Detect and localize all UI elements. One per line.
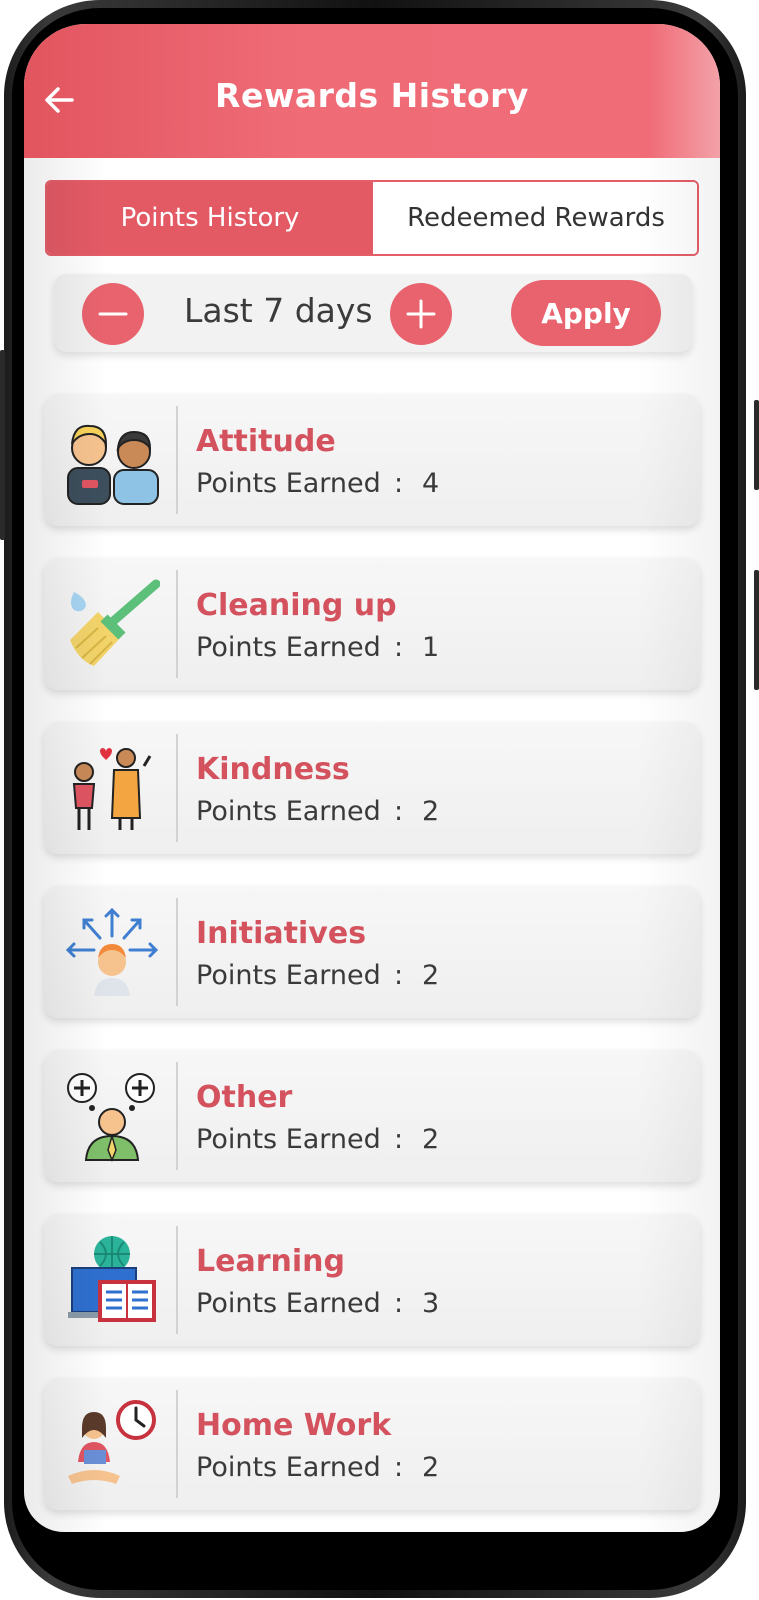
card-divider bbox=[176, 1390, 178, 1498]
separator: : bbox=[394, 1452, 404, 1483]
separator: : bbox=[394, 1124, 404, 1155]
category-name: Other bbox=[196, 1080, 293, 1115]
category-name: Learning bbox=[196, 1244, 345, 1279]
friends-icon bbox=[67, 424, 159, 505]
study-clock-icon bbox=[68, 1400, 156, 1484]
online-learning-icon bbox=[68, 1236, 156, 1322]
tab-redeemed-rewards[interactable]: Redeemed Rewards bbox=[373, 182, 697, 254]
date-range-filter: Last 7 days Apply bbox=[54, 274, 692, 352]
separator: : bbox=[394, 632, 404, 663]
phone-side-button bbox=[0, 350, 5, 540]
reward-card[interactable]: Initiatives Points Earned : 2 bbox=[44, 886, 700, 1018]
category-name: Cleaning up bbox=[196, 588, 397, 623]
points-value: 2 bbox=[422, 1124, 440, 1155]
category-name: Home Work bbox=[196, 1408, 392, 1443]
separator: : bbox=[394, 468, 404, 499]
points-value: 3 bbox=[422, 1288, 440, 1319]
minus-icon bbox=[98, 312, 128, 316]
decrease-range-button[interactable] bbox=[82, 283, 144, 345]
card-divider bbox=[176, 1062, 178, 1170]
separator: : bbox=[394, 960, 404, 991]
card-divider bbox=[176, 1226, 178, 1334]
points-value: 2 bbox=[422, 1452, 440, 1483]
category-name: Attitude bbox=[196, 424, 336, 459]
tab-bar: Points History Redeemed Rewards bbox=[45, 180, 699, 256]
thinking-person-icon bbox=[67, 1073, 155, 1162]
helping-elder-icon bbox=[72, 748, 152, 830]
reward-card[interactable]: Learning Points Earned : 3 bbox=[44, 1214, 700, 1346]
phone-side-button bbox=[754, 400, 759, 490]
app-screen: Rewards History Points History Redeemed … bbox=[24, 24, 720, 1532]
broom-icon bbox=[70, 579, 160, 666]
separator: : bbox=[394, 1288, 404, 1319]
page-title: Rewards History bbox=[215, 76, 529, 115]
reward-card[interactable]: Other Points Earned : 2 bbox=[44, 1050, 700, 1182]
points-label: Points Earned bbox=[196, 796, 381, 827]
reward-card[interactable]: Cleaning up Points Earned : 1 bbox=[44, 558, 700, 690]
points-value: 1 bbox=[422, 632, 440, 663]
category-name: Kindness bbox=[196, 752, 350, 787]
points-label: Points Earned bbox=[196, 468, 381, 499]
points-value: 4 bbox=[422, 468, 440, 499]
app-header: Rewards History bbox=[24, 24, 720, 158]
points-label: Points Earned bbox=[196, 1124, 381, 1155]
date-range-label: Last 7 days bbox=[184, 291, 373, 330]
ideas-arrows-icon bbox=[65, 907, 159, 996]
card-divider bbox=[176, 898, 178, 1006]
points-label: Points Earned bbox=[196, 1288, 381, 1319]
reward-card[interactable]: Attitude Points Earned : 4 bbox=[44, 394, 700, 526]
points-value: 2 bbox=[422, 796, 440, 827]
apply-button[interactable]: Apply bbox=[511, 280, 661, 346]
increase-range-button[interactable] bbox=[390, 283, 452, 345]
card-divider bbox=[176, 406, 178, 514]
points-label: Points Earned bbox=[196, 632, 381, 663]
tab-points-history[interactable]: Points History bbox=[47, 182, 373, 254]
reward-card[interactable]: Home Work Points Earned : 2 bbox=[44, 1378, 700, 1510]
points-label: Points Earned bbox=[196, 960, 381, 991]
category-name: Initiatives bbox=[196, 916, 367, 951]
card-divider bbox=[176, 734, 178, 842]
plus-icon bbox=[406, 299, 436, 329]
card-divider bbox=[176, 570, 178, 678]
points-value: 2 bbox=[422, 960, 440, 991]
separator: : bbox=[394, 796, 404, 827]
phone-side-button bbox=[754, 570, 759, 690]
points-label: Points Earned bbox=[196, 1452, 381, 1483]
reward-card[interactable]: Kindness Points Earned : 2 bbox=[44, 722, 700, 854]
